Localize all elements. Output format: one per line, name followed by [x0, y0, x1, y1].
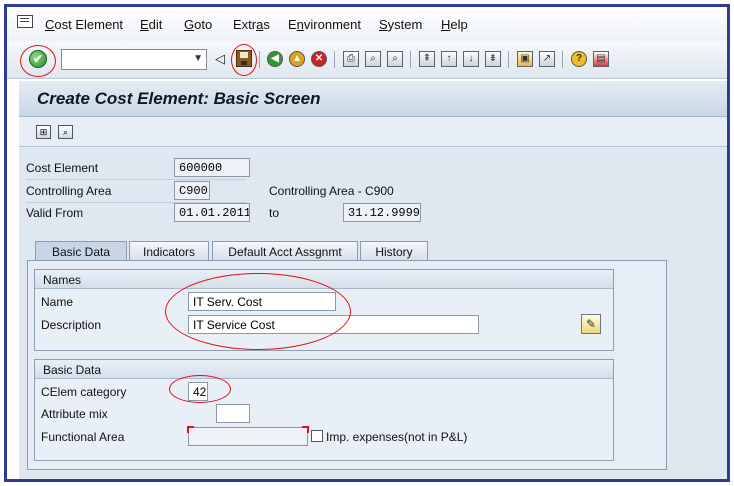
application-toolbar: ⊞ ⌕	[19, 117, 727, 147]
valid-to-field[interactable]: 31.12.9999	[343, 203, 421, 222]
tab-default-acct-assgnmt[interactable]: Default Acct Assgnmt	[212, 241, 358, 261]
menu-extras[interactable]: Extras	[233, 17, 270, 32]
functional-area-label: Functional Area	[41, 430, 125, 444]
valid-from-field[interactable]: 01.01.2011	[174, 203, 250, 222]
toolbar-separator	[259, 51, 260, 68]
next-page-icon[interactable]: ↓	[463, 51, 479, 67]
controlling-area-field[interactable]: C900	[174, 181, 210, 200]
command-field[interactable]: ▼	[61, 49, 207, 70]
basic-data-group: Basic Data	[34, 359, 614, 461]
collapse-command-icon[interactable]: ◁	[215, 51, 225, 67]
previous-page-icon[interactable]: ↑	[441, 51, 457, 67]
menu-help[interactable]: Help	[441, 17, 468, 32]
name-field[interactable]: IT Serv. Cost	[188, 292, 336, 311]
valid-from-label: Valid From	[26, 206, 84, 220]
cost-element-field[interactable]: 600000	[174, 158, 250, 177]
shortcut-icon[interactable]: ↗	[539, 51, 555, 67]
valid-to-label: to	[269, 206, 280, 220]
celem-category-field[interactable]: 42	[188, 382, 208, 401]
celem-category-label: CElem category	[41, 385, 127, 399]
first-page-icon[interactable]: ⇞	[419, 51, 435, 67]
controlling-area-description: Controlling Area - C900	[269, 184, 394, 198]
sap-window: Cost Element Edit Goto Extras Environmen…	[4, 4, 730, 482]
menu-cost-element[interactable]: Cost Element	[45, 17, 123, 32]
controlling-area-label: Controlling Area	[26, 184, 112, 198]
find-icon[interactable]: ⌕	[365, 51, 381, 67]
menu-goto[interactable]: Goto	[184, 17, 212, 32]
functional-area-field[interactable]	[187, 426, 309, 446]
find-next-icon[interactable]: ⌕	[387, 51, 403, 67]
enter-icon[interactable]: ✔	[29, 50, 47, 68]
help-icon[interactable]: ?	[571, 51, 587, 67]
header-divider	[26, 179, 246, 180]
page-title: Create Cost Element: Basic Screen	[37, 89, 321, 108]
customize-layout-icon[interactable]: ▤	[593, 51, 609, 67]
menu-edit[interactable]: Edit	[140, 17, 162, 32]
toolbar-separator	[562, 51, 563, 68]
edit-long-text-icon[interactable]: ✎	[581, 314, 601, 334]
title-bar: Create Cost Element: Basic Screen	[19, 81, 727, 117]
tab-basic-data[interactable]: Basic Data	[35, 241, 127, 261]
back-green-icon[interactable]: ◀	[267, 51, 283, 67]
display-overview-icon[interactable]: ⌕	[58, 125, 73, 139]
master-data-icon[interactable]: ⊞	[36, 125, 51, 139]
tab-history[interactable]: History	[360, 241, 428, 261]
description-field[interactable]: IT Service Cost	[188, 315, 479, 334]
attribute-mix-label: Attribute mix	[41, 407, 108, 421]
basic-data-group-title: Basic Data	[35, 360, 613, 379]
chevron-down-icon[interactable]: ▼	[193, 53, 203, 64]
last-page-icon[interactable]: ⇟	[485, 51, 501, 67]
imp-expenses-checkbox[interactable]	[311, 430, 323, 442]
description-label: Description	[41, 318, 102, 332]
standard-toolbar: ✔ ▼ ◁ ◀ ▲ ✕ ⎙ ⌕ ⌕ ⇞ ↑ ↓ ⇟ ▣ ↗ ? ▤	[7, 41, 727, 79]
exit-yellow-icon[interactable]: ▲	[289, 51, 305, 67]
names-group-title: Names	[35, 270, 613, 289]
cost-element-label: Cost Element	[26, 161, 99, 175]
toolbar-separator	[334, 51, 335, 68]
tab-indicators[interactable]: Indicators	[129, 241, 209, 261]
save-icon[interactable]	[236, 50, 252, 67]
name-label: Name	[41, 295, 74, 309]
imp-expenses-label: Imp. expenses(not in P&L)	[326, 430, 468, 444]
attribute-mix-field[interactable]	[216, 404, 250, 423]
create-session-icon[interactable]: ▣	[517, 51, 533, 67]
print-icon[interactable]: ⎙	[343, 51, 359, 67]
toolbar-separator	[410, 51, 411, 68]
window-menu-icon[interactable]	[17, 15, 33, 28]
menu-bar: Cost Element Edit Goto Extras Environmen…	[7, 7, 727, 41]
toolbar-separator	[508, 51, 509, 68]
menu-environment[interactable]: Environment	[288, 17, 361, 32]
cancel-red-icon[interactable]: ✕	[311, 51, 327, 67]
menu-system[interactable]: System	[379, 17, 422, 32]
